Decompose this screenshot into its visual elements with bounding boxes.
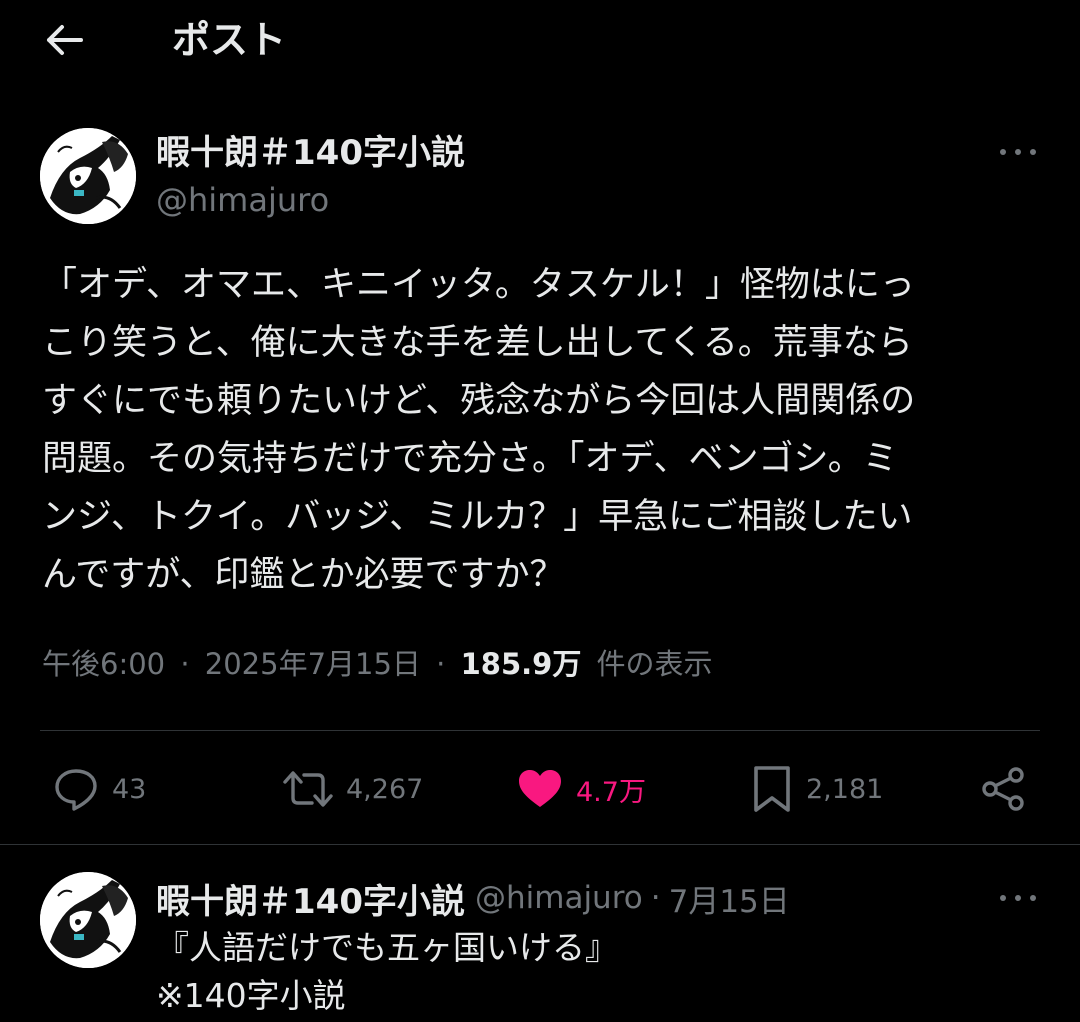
post-detail-page: ポスト 暇十朗＃140字小説 @himajuro 「オデ、オマエ、キニイッタ。タ… [0,0,1080,1022]
reply-count: 43 [112,773,147,805]
speech-bubble-icon [55,769,97,811]
tweet-date[interactable]: 2025年7月15日 [205,647,421,681]
reply-author-handle[interactable]: @himajuro [475,880,643,916]
share-icon [982,767,1024,811]
arrow-left-icon [47,25,83,55]
reply-text-line: 『人語だけでも五ヶ国いける』 [156,928,618,967]
reply-author-avatar[interactable] [40,872,136,968]
retweet-count: 4,267 [346,773,424,805]
more-dot [1030,895,1036,901]
more-dot [1015,895,1021,901]
more-dot [1030,149,1036,155]
more-dot [1000,149,1006,155]
share-button[interactable] [980,762,1028,816]
author-handle[interactable]: @himajuro [156,178,329,222]
avatar-illustration-icon [40,872,136,968]
like-button[interactable]: 4.7万 [516,762,646,816]
author-name[interactable]: 暇十朗＃140字小説 [156,130,465,176]
author-avatar[interactable] [40,128,136,224]
bookmark-count: 2,181 [806,773,884,805]
tweet-time[interactable]: 午後6:00 [42,647,165,681]
divider [40,730,1040,731]
reply-header: 暇十朗＃140字小説 @himajuro · 7月15日 [156,874,790,922]
views-count[interactable]: 185.9万 [461,647,582,681]
top-bar: ポスト [0,0,1080,84]
bookmark-icon [754,766,790,812]
views-label[interactable]: 件の表示 [597,647,713,681]
avatar-illustration-icon [40,128,136,224]
more-dot [1000,895,1006,901]
reply-more-options-button[interactable] [996,884,1040,912]
tweet-text-line: 問題。その気持ちだけで充分さ。「オデ、ベンゴシ。ミ [42,439,898,479]
reply-button[interactable]: 43 [52,762,146,816]
meta-separator: · [650,880,661,916]
tweet-text-line: すぐにでも頼りたいけど、残念ながら今回は人間関係の [42,381,916,421]
divider [0,844,1080,845]
heart-icon [519,770,561,807]
like-count: 4.7万 [576,776,646,808]
tweet-text-line: 「オデ、オマエ、キニイッタ。タスケル！」怪物はにっ [42,265,915,305]
meta-separator: · [180,647,190,681]
back-button[interactable] [40,18,88,62]
more-options-button[interactable] [996,138,1040,166]
more-dot [1015,149,1021,155]
tweet-text-line: ンジ、トクイ。バッジ、ミルカ？」早急にご相談したい [42,497,913,537]
tweet-text-line: んですが、印鑑とか必要ですか？ [42,555,565,595]
reply-text-line: ※140字小説 [156,976,346,1015]
page-title: ポスト [172,18,287,62]
reply-author-name[interactable]: 暇十朗＃140字小説 [156,874,465,923]
tweet-text: 「オデ、オマエ、キニイッタ。タスケル！」怪物はにっ こり笑うと、俺に大きな手を差… [42,256,1042,604]
tweet-text-line: こり笑うと、俺に大きな手を差し出してくる。荒事なら [42,323,913,363]
meta-separator: · [436,647,446,681]
reply-date[interactable]: 7月15日 [669,876,790,921]
retweet-button[interactable]: 4,267 [282,762,423,816]
tweet-meta: 午後6:00 · 2025年7月15日 · 185.9万 件の表示 [42,640,713,688]
retweet-icon [283,771,333,807]
bookmark-button[interactable]: 2,181 [750,762,883,816]
